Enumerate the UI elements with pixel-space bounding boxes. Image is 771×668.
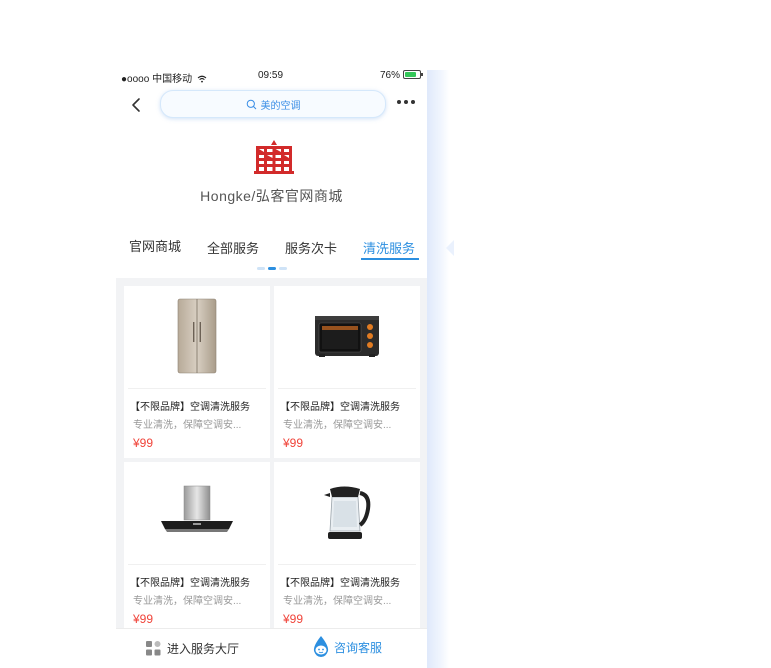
product-price: ¥99	[283, 436, 304, 450]
product-title: 【不限品牌】空调清洗服务	[280, 578, 400, 589]
product-desc: 专业清洗，保障空调安...	[283, 596, 392, 607]
phone-shadow	[427, 70, 449, 668]
battery-indicator: 76%	[380, 70, 423, 81]
product-desc: 专业清洗，保障空调安...	[133, 596, 242, 607]
product-price: ¥99	[133, 436, 154, 450]
refrigerator-image	[177, 298, 217, 374]
product-title: 【不限品牌】空调清洗服务	[130, 402, 250, 413]
battery-percent: 76%	[380, 70, 401, 81]
oven-image	[315, 316, 379, 357]
tab-service-card[interactable]: 服务次卡	[285, 238, 337, 257]
product-image	[124, 286, 270, 386]
search-placeholder: 美的空调	[260, 100, 301, 112]
tab-cleaning-service[interactable]: 清洗服务	[363, 238, 415, 257]
shop-logo	[254, 140, 294, 174]
product-card[interactable]: 【不限品牌】空调清洗服务 专业清洗，保障空调安... ¥99	[274, 462, 420, 630]
product-price: ¥99	[283, 612, 304, 626]
card-divider	[128, 388, 266, 389]
customer-service-label: 咨询客服	[334, 640, 383, 655]
customer-service-button[interactable]: 咨询客服	[312, 636, 382, 658]
product-card[interactable]: 【不限品牌】空调清洗服务 专业清洗，保障空调安... ¥99	[274, 286, 420, 458]
card-divider	[278, 388, 416, 389]
product-image	[274, 462, 420, 562]
shop-name: Hongke/弘客官网商城	[200, 188, 343, 204]
status-bar: ●oooo 中国移动 09:59 76%	[116, 62, 427, 88]
service-hall-label: 进入服务大厅	[167, 642, 240, 656]
card-divider	[128, 564, 266, 565]
phone-screen: ●oooo 中国移动 09:59 76% 美的空调 Hongke/弘客官网商城 …	[116, 62, 427, 668]
tab-all-services[interactable]: 全部服务	[207, 238, 259, 257]
product-price: ¥99	[133, 612, 154, 626]
bottom-bar: 进入服务大厅 咨询客服	[116, 628, 427, 668]
grid-icon	[146, 641, 161, 656]
kettle-image	[324, 486, 371, 539]
card-divider	[278, 564, 416, 565]
search-bar[interactable]: 美的空调	[160, 90, 386, 118]
product-card[interactable]: 【不限品牌】空调清洗服务 专业清洗，保障空调安... ¥99	[124, 462, 270, 630]
battery-icon	[402, 70, 423, 79]
more-menu-icon[interactable]	[397, 100, 417, 106]
product-title: 【不限品牌】空调清洗服务	[130, 578, 250, 589]
customer-service-icon	[313, 636, 329, 657]
carrier-label: ●oooo 中国移动	[121, 74, 193, 85]
product-card[interactable]: 【不限品牌】空调清洗服务 专业清洗，保障空调安... ¥99	[124, 286, 270, 458]
product-desc: 专业清洗，保障空调安...	[133, 420, 242, 431]
product-title: 【不限品牌】空调清洗服务	[280, 402, 400, 413]
wifi-icon	[197, 75, 207, 83]
search-icon	[246, 99, 256, 109]
active-tab-underline	[361, 258, 419, 260]
product-desc: 专业清洗，保障空调安...	[283, 420, 392, 431]
back-arrow-icon[interactable]	[128, 96, 146, 114]
product-grid: 【不限品牌】空调清洗服务 专业清洗，保障空调安... ¥99 【不限品牌】空调清…	[116, 278, 427, 630]
tab-official-store[interactable]: 官网商城	[129, 236, 181, 255]
category-tabs: 官网商城 全部服务 服务次卡 清洗服务	[116, 232, 427, 262]
shadow-notch	[446, 240, 454, 256]
carrier-signal: ●oooo 中国移动	[121, 70, 207, 85]
range-hood-image	[161, 485, 233, 532]
service-hall-button[interactable]: 进入服务大厅	[146, 640, 239, 657]
product-image	[274, 286, 420, 386]
product-image	[124, 462, 270, 562]
status-time: 09:59	[258, 70, 284, 81]
